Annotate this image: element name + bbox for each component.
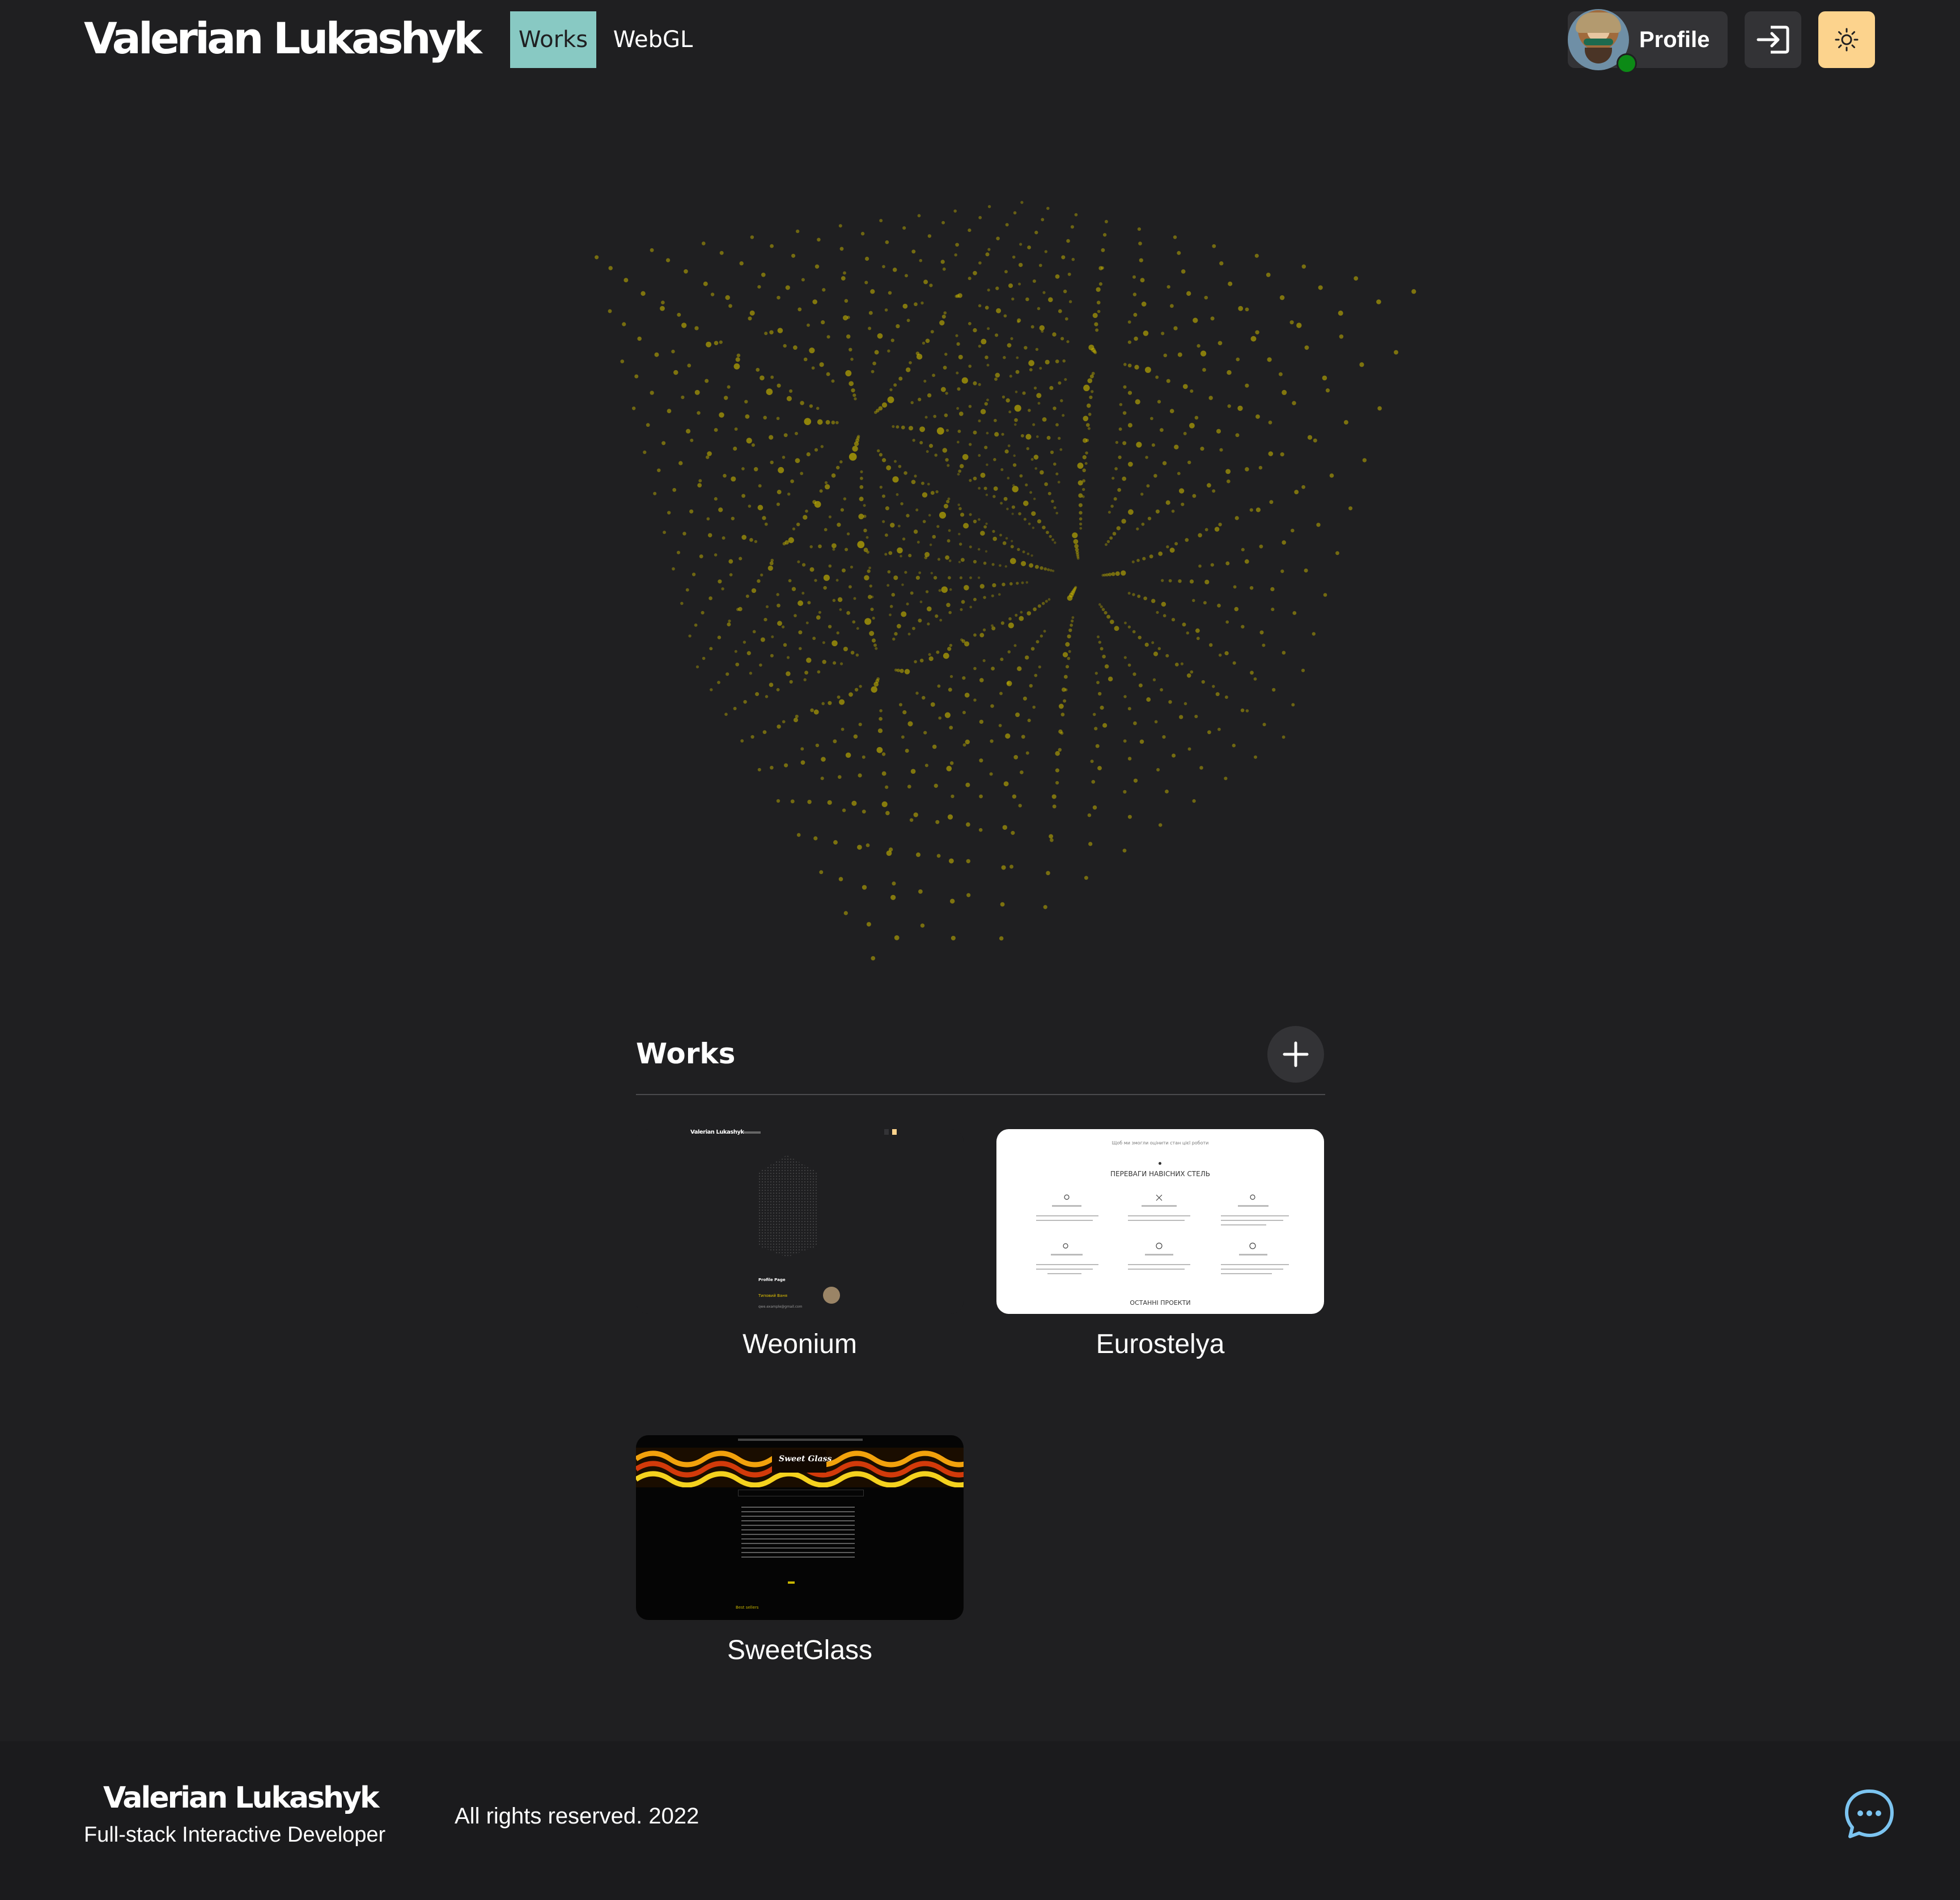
online-status-indicator: [1617, 53, 1637, 74]
thumb-cube: [758, 1155, 818, 1257]
webgl-particle-cube[interactable]: [510, 113, 1440, 964]
profile-button[interactable]: Profile: [1568, 9, 1728, 74]
profile-label: Profile: [1639, 27, 1710, 52]
nav-tab-works[interactable]: Works: [510, 11, 596, 68]
thumb-profile-name: Типовий Ваня: [758, 1293, 788, 1298]
add-work-button[interactable]: [1267, 1026, 1324, 1083]
thumb-intro-text: Щоб ми змогли оцінити стан цієї роботи: [1111, 1140, 1209, 1146]
work-caption: SweetGlass: [727, 1635, 873, 1665]
work-caption: Eurostelya: [1096, 1329, 1225, 1359]
work-card-eurostelya[interactable]: Щоб ми змогли оцінити стан цієї роботи П…: [996, 1129, 1324, 1360]
thumb-features: [1036, 1194, 1289, 1274]
work-caption: Weonium: [743, 1329, 857, 1359]
plus-icon: [1283, 1041, 1309, 1067]
works-heading: Works: [636, 1037, 736, 1070]
thumb-profile-email: qwe.example@gmail.com: [758, 1305, 803, 1309]
thumb-logo: Valerian Lukashyk: [690, 1129, 744, 1135]
thumb-best-sellers: Best sellers: [736, 1605, 759, 1610]
work-thumbnail-weonium: Valerian Lukashyk Profile Page Типовий В…: [636, 1129, 964, 1314]
login-icon: [1757, 26, 1789, 54]
nav-tab-webgl[interactable]: WebGL: [608, 11, 698, 68]
thumb-banner-logo: Sweet Glass: [779, 1454, 832, 1464]
work-thumbnail-sweetglass: Sweet Glass Best sellers: [636, 1435, 964, 1620]
chat-icon[interactable]: [1842, 1787, 1897, 1841]
thumb-profile-title: Profile Page: [758, 1278, 786, 1282]
site-logo[interactable]: Valerian Lukashyk: [84, 10, 482, 67]
work-thumbnail-eurostelya: Щоб ми змогли оцінити стан цієї роботи П…: [996, 1129, 1324, 1314]
footer: Valerian Lukashyk Full-stack Interactive…: [0, 1741, 1960, 1900]
footer-copyright: All rights reserved. 2022: [455, 1804, 699, 1829]
works-divider: [636, 1094, 1325, 1095]
thumb-banner: [636, 1448, 964, 1487]
footer-role: Full-stack Interactive Developer: [84, 1823, 386, 1847]
theme-toggle-button[interactable]: [1818, 11, 1875, 68]
work-card-sweetglass[interactable]: Sweet Glass Best sellers SweetGlass: [636, 1435, 964, 1666]
work-card-weonium[interactable]: Valerian Lukashyk Profile Page Типовий В…: [636, 1129, 964, 1360]
footer-logo[interactable]: Valerian Lukashyk: [103, 1781, 380, 1815]
thumb-heading: ПЕРЕВАГИ НАВІСНИХ СТЕЛЬ: [1110, 1170, 1210, 1178]
sun-icon: [1835, 28, 1859, 52]
login-button[interactable]: [1745, 11, 1801, 68]
